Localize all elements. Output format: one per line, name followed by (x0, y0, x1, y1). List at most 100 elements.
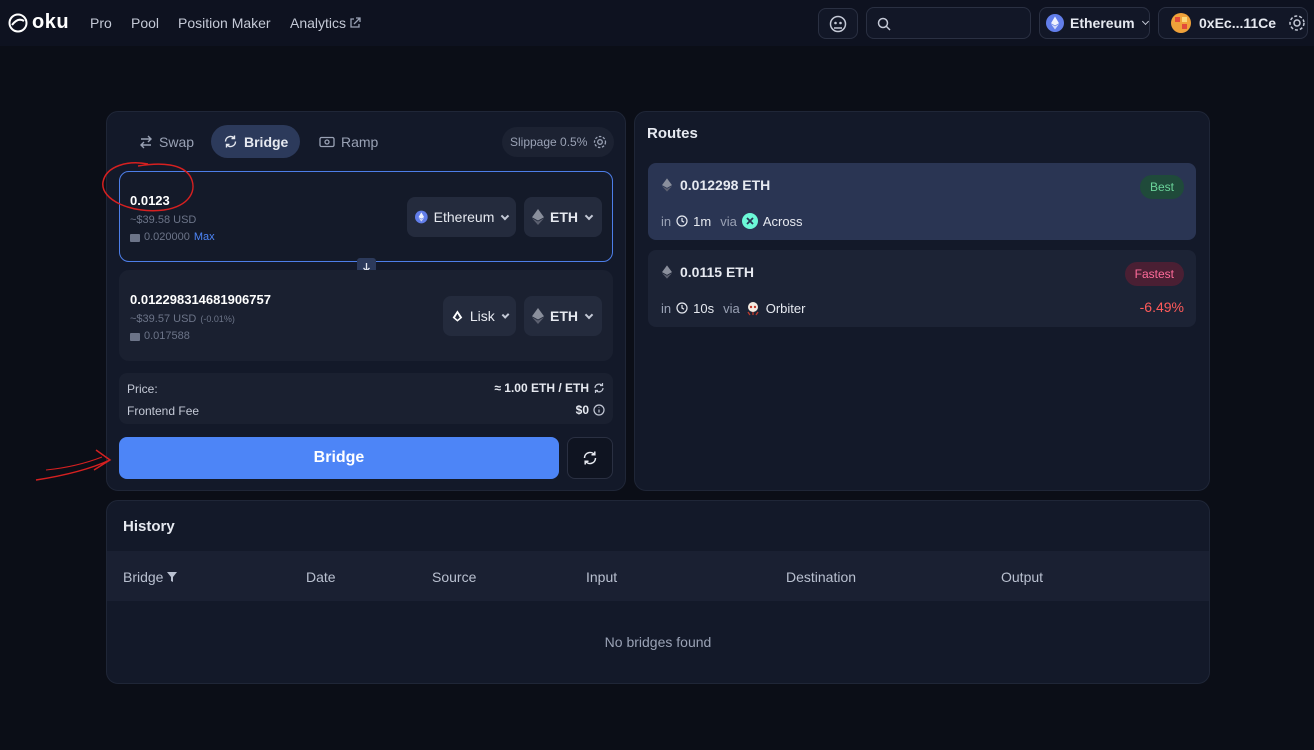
from-usd-value: ~$39.58 USD (130, 214, 197, 226)
column-bridge-label: Bridge (123, 569, 164, 585)
history-table-header: Bridge Date Source Input Destination Out… (107, 551, 1209, 601)
route-via-label: via (723, 300, 740, 316)
column-source: Source (432, 569, 477, 585)
fee-row: $0 (576, 403, 605, 417)
top-nav: oku Pro Pool Position Maker Analytics Et… (0, 0, 1314, 46)
swap-icon (140, 135, 152, 148)
chevron-down-icon (584, 310, 594, 319)
chevron-down-icon (501, 310, 510, 319)
route-meta: in 1m via Across (661, 213, 803, 229)
logo-text: oku (32, 11, 70, 33)
ethereum-icon (415, 210, 428, 224)
external-link-icon (350, 17, 361, 28)
to-balance-value: 0.017588 (144, 330, 190, 342)
swap-rate-icon[interactable] (593, 382, 605, 394)
from-balance: 0.020000 Max (130, 231, 215, 243)
orbiter-icon (747, 302, 759, 316)
tab-swap[interactable]: Swap (127, 125, 206, 158)
routes-title: Routes (647, 125, 698, 142)
nav-link-pool[interactable]: Pool (131, 15, 159, 31)
route-card[interactable]: 0.012298 ETH Best in 1m via Across (648, 163, 1196, 240)
route-amount: 0.0115 ETH (662, 264, 754, 280)
best-badge: Best (1139, 175, 1184, 199)
account-button[interactable]: 0xEc...11Ce (1158, 7, 1308, 39)
clock-icon (676, 215, 688, 227)
price-label: Price: (127, 382, 158, 396)
logo[interactable]: oku (8, 11, 69, 34)
tab-bridge[interactable]: Bridge (211, 125, 301, 158)
to-token-selector[interactable]: ETH (524, 296, 602, 336)
history-title: History (123, 518, 175, 535)
to-usd-change: (-0.01%) (200, 314, 235, 324)
route-amount: 0.012298 ETH (662, 177, 770, 193)
to-usd-value: ~$39.57 USD (130, 313, 197, 325)
from-token-selector[interactable]: ETH (524, 197, 602, 237)
chevron-down-icon (1141, 17, 1149, 26)
column-bridge[interactable]: Bridge (123, 569, 178, 585)
account-address: 0xEc...11Ce (1199, 15, 1277, 31)
fee-value: $0 (575, 403, 589, 417)
refresh-icon (224, 135, 237, 148)
wallet-icon (130, 233, 140, 242)
chevron-down-icon (501, 211, 510, 220)
to-network-selector[interactable]: Lisk (443, 296, 516, 336)
column-output: Output (1001, 569, 1044, 585)
gear-icon (594, 135, 607, 149)
clock-icon (676, 302, 688, 314)
info-icon[interactable] (593, 404, 605, 416)
from-amount-input[interactable]: 0.0123 (130, 193, 170, 208)
gear-icon[interactable] (1288, 14, 1306, 32)
fee-label: Frontend Fee (127, 404, 200, 418)
oku-logo-icon (8, 13, 28, 32)
from-token-label: ETH (550, 209, 578, 225)
network-selector[interactable]: Ethereum (1039, 7, 1150, 39)
route-provider: Across (762, 213, 803, 229)
route-card[interactable]: 0.0115 ETH Fastest in 10s via Orbiter -6… (648, 250, 1196, 327)
price-value: ≈ 1.00 ETH / ETH (494, 381, 589, 395)
search-input[interactable] (866, 7, 1031, 39)
route-provider: Orbiter (765, 300, 806, 316)
to-amount-value: 0.012298314681906757 (130, 292, 271, 307)
annotation-arrow (35, 449, 112, 481)
eth-token-icon (662, 178, 672, 192)
refresh-quote-button[interactable] (567, 437, 613, 479)
to-usd: ~$39.57 USD (-0.01%) (130, 313, 235, 325)
avatar (1171, 13, 1191, 33)
column-date: Date (306, 569, 336, 585)
tab-ramp[interactable]: Ramp (307, 125, 390, 158)
route-amount-value: 0.0115 ETH (680, 264, 754, 280)
route-via-label: via (720, 213, 737, 229)
quote-info: Price: ≈ 1.00 ETH / ETH Frontend Fee $0 (119, 373, 613, 424)
nav-link-pro[interactable]: Pro (90, 15, 112, 31)
cash-icon (319, 136, 335, 147)
tab-ramp-label: Ramp (341, 133, 379, 150)
wallet-icon (130, 332, 140, 341)
nav-link-analytics-label: Analytics (290, 15, 347, 31)
fastest-badge: Fastest (1124, 262, 1184, 286)
eth-token-icon (532, 308, 544, 324)
robot-icon (829, 15, 847, 32)
refresh-icon (583, 451, 597, 465)
from-network-selector[interactable]: Ethereum (407, 197, 516, 237)
nav-link-analytics[interactable]: Analytics (290, 15, 361, 31)
history-empty-message: No bridges found (604, 634, 712, 650)
filter-icon[interactable] (167, 572, 178, 582)
slippage-button[interactable]: Slippage 0.5% (502, 127, 614, 157)
search-icon (877, 17, 891, 31)
across-icon (741, 213, 758, 229)
to-network-label: Lisk (469, 308, 495, 324)
column-destination: Destination (786, 569, 857, 585)
from-balance-value: 0.020000 (144, 231, 190, 243)
tab-swap-label: Swap (159, 133, 195, 150)
eth-token-icon (662, 265, 672, 279)
max-button[interactable]: Max (194, 231, 215, 243)
bridge-button[interactable]: Bridge (119, 437, 559, 479)
route-time: 1m (693, 213, 712, 229)
route-meta: in 10s via Orbiter (661, 300, 805, 316)
nav-link-position-maker[interactable]: Position Maker (178, 15, 271, 31)
route-delta: -6.49% (1139, 299, 1184, 315)
mascot-button[interactable] (818, 8, 858, 39)
slippage-label: Slippage 0.5% (510, 135, 588, 149)
lisk-icon (452, 310, 463, 322)
chevron-down-icon (584, 211, 594, 220)
